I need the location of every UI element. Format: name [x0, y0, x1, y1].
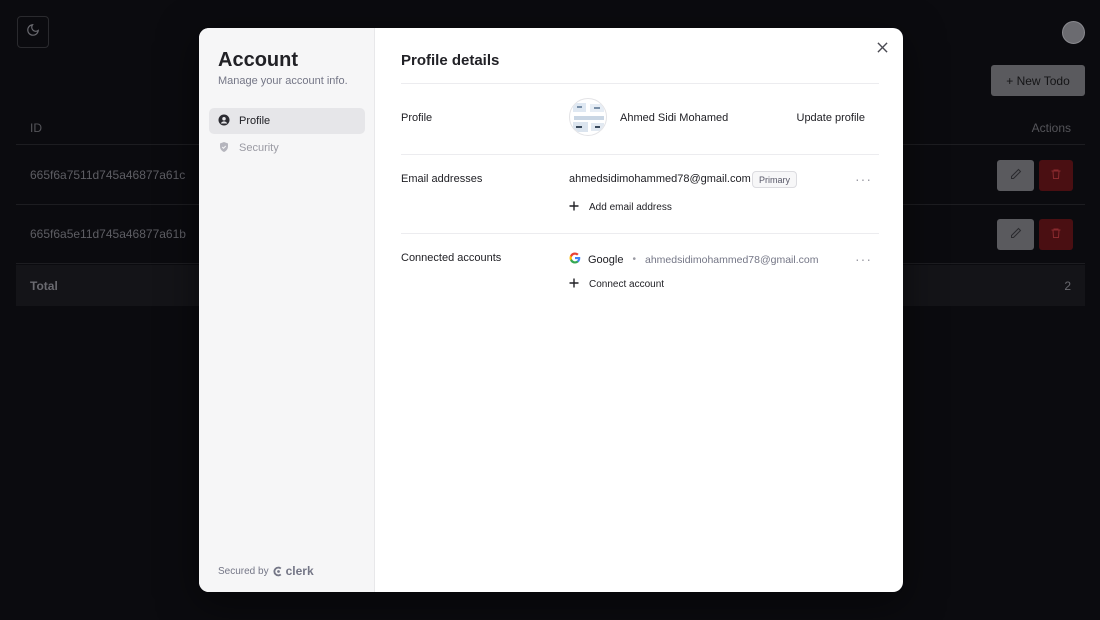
total-label: Total: [30, 278, 58, 293]
pencil-icon: [1010, 168, 1022, 183]
profile-name: Ahmed Sidi Mohamed: [620, 112, 729, 124]
connect-account-label: Connect account: [589, 279, 665, 290]
pencil-icon: [1010, 227, 1022, 242]
profile-section-label: Profile: [401, 112, 433, 124]
profile-details-panel: Profile details Profile Ahmed Sidi Moham…: [375, 28, 903, 592]
user-avatar[interactable]: [1062, 21, 1085, 44]
todo-id: 665f6a5e11d745a46877a61b: [30, 227, 186, 241]
email-section-label: Email addresses: [401, 173, 483, 185]
separator-dot: •: [632, 254, 636, 265]
todo-id: 665f6a7511d745a46877a61c: [30, 168, 186, 182]
clerk-logo[interactable]: clerk: [273, 564, 314, 578]
divider: [401, 83, 879, 84]
connected-email: ahmedsidimohammed78@gmail.com: [645, 253, 819, 266]
page-title: Profile details: [401, 52, 500, 69]
plus-icon: [569, 278, 579, 291]
update-profile-button[interactable]: Update profile: [797, 112, 866, 124]
account-modal: Account Manage your account info. Profil…: [199, 28, 903, 592]
account-sidebar: Account Manage your account info. Profil…: [199, 28, 375, 592]
avatar: [569, 98, 607, 136]
connected-account-more-options-button[interactable]: ···: [855, 251, 872, 267]
email-address: ahmedsidimohammed78@gmail.com: [569, 173, 751, 185]
primary-badge: Primary: [752, 171, 797, 188]
moon-icon: [26, 23, 40, 42]
total-value: 2: [1064, 278, 1071, 293]
new-todo-button[interactable]: + New Todo: [991, 65, 1085, 96]
shield-icon: [218, 141, 230, 156]
column-header-actions: Actions: [1031, 121, 1071, 135]
plus-icon: [569, 201, 579, 214]
secured-by-footer: Secured by clerk: [218, 564, 314, 578]
google-icon: [569, 252, 581, 267]
more-horizontal-icon: ···: [855, 171, 872, 187]
nav-item-label: Security: [239, 142, 279, 154]
nav-item-security[interactable]: Security: [209, 135, 365, 161]
account-title: Account: [218, 49, 298, 71]
account-subtitle: Manage your account info.: [218, 75, 348, 87]
delete-button[interactable]: [1039, 159, 1073, 191]
nav-item-profile[interactable]: Profile: [209, 108, 365, 134]
divider: [401, 233, 879, 234]
trash-icon: [1050, 168, 1062, 183]
clerk-icon: [273, 566, 281, 576]
connected-accounts-section-label: Connected accounts: [401, 252, 502, 264]
google-account-row: Google • ahmedsidimohammed78@gmail.com: [569, 252, 818, 267]
add-email-label: Add email address: [589, 202, 672, 213]
trash-icon: [1050, 227, 1062, 242]
close-icon: [876, 40, 888, 58]
connect-account-button[interactable]: Connect account: [569, 278, 664, 291]
user-circle-icon: [218, 114, 230, 129]
column-header-id: ID: [30, 121, 42, 135]
email-more-options-button[interactable]: ···: [855, 171, 872, 187]
divider: [401, 154, 879, 155]
provider-name: Google: [588, 253, 624, 266]
edit-button[interactable]: [997, 159, 1034, 191]
delete-button[interactable]: [1039, 218, 1073, 250]
add-email-address-button[interactable]: Add email address: [569, 201, 672, 214]
secured-by-text: Secured by: [218, 565, 269, 577]
close-button[interactable]: [873, 40, 891, 58]
more-horizontal-icon: ···: [855, 251, 872, 267]
nav-item-label: Profile: [239, 115, 271, 127]
edit-button[interactable]: [997, 218, 1034, 250]
theme-toggle-button[interactable]: [17, 16, 49, 48]
